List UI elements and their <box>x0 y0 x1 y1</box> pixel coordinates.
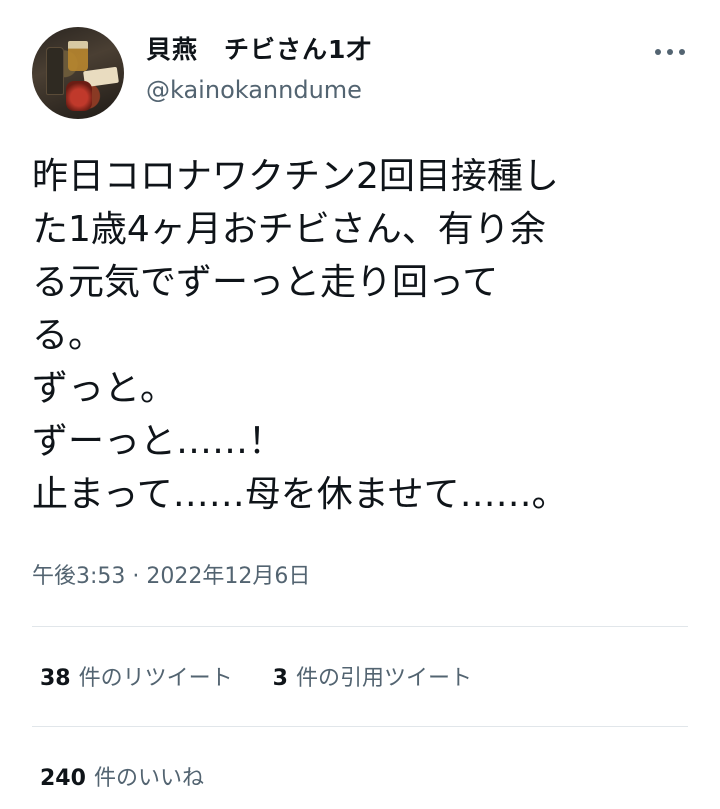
retweets-stat[interactable]: 38 件のリツイート <box>40 660 233 692</box>
divider <box>32 626 688 627</box>
engagement-stats-row: 38 件のリツイート 3 件の引用ツイート <box>40 660 472 692</box>
retweets-count: 38 <box>40 666 71 691</box>
quotes-label: 件の引用ツイート <box>295 666 472 691</box>
quotes-count: 3 <box>272 666 288 691</box>
likes-stat[interactable]: 240 件のいいね <box>40 760 204 792</box>
tweet-text-line: る元気でずーっと走り回って <box>32 262 499 303</box>
tweet-text-line: ずっと。 <box>32 368 177 409</box>
more-horizontal-icon <box>655 49 685 55</box>
tweet-detail: 貝燕 チビさん1才 @kainokanndume 昨日コロナワクチン2回目接種し… <box>0 0 720 809</box>
tweet-text-line: る。 <box>32 315 105 356</box>
avatar-bottle-shape <box>46 47 64 95</box>
tweet-text-line: 昨日コロナワクチン2回目接種し <box>32 156 559 197</box>
likes-label: 件のいいね <box>93 766 204 791</box>
likes-stats-row: 240 件のいいね <box>40 760 204 792</box>
divider <box>32 726 688 727</box>
avatar-jar-shape <box>66 81 92 111</box>
tweet-header: 貝燕 チビさん1才 @kainokanndume <box>0 0 720 130</box>
quotes-stat[interactable]: 3 件の引用ツイート <box>273 660 472 692</box>
author-handle[interactable]: @kainokanndume <box>146 76 362 104</box>
tweet-timestamp[interactable]: 午後3:53 · 2022年12月6日 <box>32 558 310 590</box>
avatar-glass-shape <box>68 41 88 71</box>
likes-count: 240 <box>40 766 86 791</box>
avatar[interactable] <box>32 27 124 119</box>
retweets-label: 件のリツイート <box>78 666 233 691</box>
tweet-text-line: た1歳4ヶ月おチビさん、有り余 <box>32 209 546 250</box>
tweet-text-line: 止まって……母を休ませて……。 <box>32 474 568 515</box>
author-display-name[interactable]: 貝燕 チビさん1才 <box>146 30 372 66</box>
tweet-text-line: ずーっと……！ <box>32 421 285 462</box>
tweet-text: 昨日コロナワクチン2回目接種し た1歳4ヶ月おチビさん、有り余 る元気でずーっと… <box>32 150 702 521</box>
more-options-button[interactable] <box>650 38 690 66</box>
